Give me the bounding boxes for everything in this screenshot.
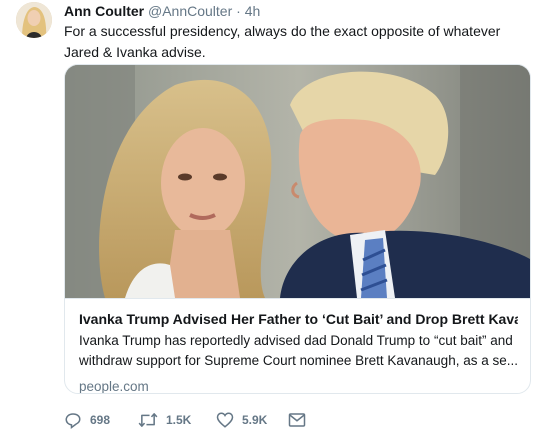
tweet-header: Ann Coulter @AnnCoulter · 4h — [64, 3, 260, 19]
link-card[interactable]: Ivanka Trump Advised Her Father to ‘Cut … — [64, 64, 531, 394]
envelope-icon — [288, 412, 306, 428]
direct-message-button[interactable] — [288, 410, 306, 430]
card-photo — [65, 65, 530, 298]
heart-icon — [216, 411, 234, 429]
tweet-text: For a successful presidency, always do t… — [64, 23, 501, 60]
author-name[interactable]: Ann Coulter — [64, 3, 144, 19]
retweet-count: 1.5K — [166, 413, 192, 427]
reply-count: 698 — [90, 413, 111, 427]
retweet-icon — [138, 411, 158, 429]
separator-dot: · — [236, 3, 241, 19]
avatar-image — [16, 2, 52, 38]
card-body[interactable]: Ivanka Trump Advised Her Father to ‘Cut … — [65, 298, 530, 394]
tweet-time[interactable]: 4h — [245, 3, 261, 19]
like-count: 5.9K — [242, 413, 268, 427]
avatar[interactable] — [16, 2, 52, 38]
reply-button[interactable]: 698 — [64, 410, 110, 430]
card-image[interactable] — [65, 65, 530, 298]
author-handle[interactable]: @AnnCoulter — [148, 3, 232, 19]
like-button[interactable]: 5.9K — [216, 410, 267, 430]
card-domain: people.com — [79, 379, 149, 394]
retweet-button[interactable]: 1.5K — [138, 410, 191, 430]
card-title[interactable]: Ivanka Trump Advised Her Father to ‘Cut … — [79, 309, 518, 329]
reply-icon — [64, 411, 82, 429]
card-description: Ivanka Trump has reportedly advised dad … — [79, 333, 518, 368]
